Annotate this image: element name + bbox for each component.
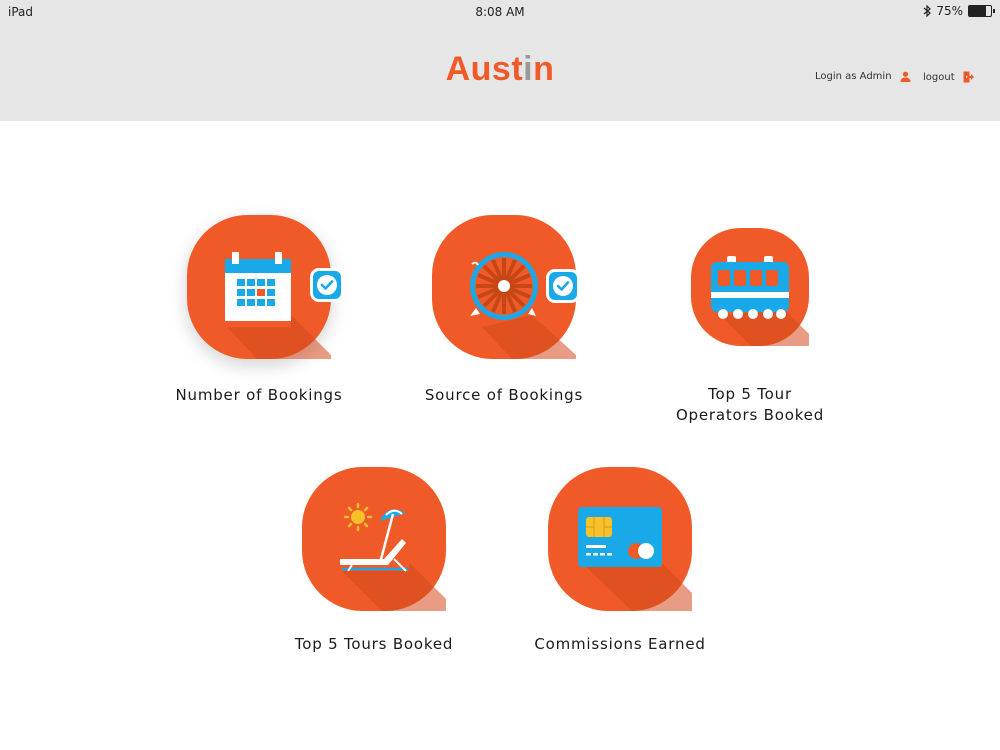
tile-number-of-bookings[interactable]: Number of Bookings [176,215,344,415]
tile-label: Top 5 Tour Operators Booked [675,385,825,424]
login-admin-link[interactable]: Login as Admin [815,71,911,82]
top-5-tour-operators-icon-box[interactable] [691,228,809,346]
bus-icon [711,256,809,346]
source-of-bookings-icon-box[interactable] [432,215,580,359]
credit-card-icon [578,507,692,611]
logout-icon [963,71,974,83]
bluetooth-icon [923,5,932,17]
tile-source-of-bookings[interactable]: Source of Bookings [425,215,582,415]
number-of-bookings-icon-box[interactable] [187,215,344,359]
tile-top-5-tours[interactable]: Top 5 Tours Booked [295,467,452,667]
app-logo[interactable]: Austin [0,50,1000,89]
logout-label: logout [923,71,955,83]
tile-label: Commissions Earned [534,635,706,653]
tile-label: Number of Bookings [175,386,343,404]
check-icon [553,276,573,296]
user-icon [900,71,911,82]
login-label: Login as Admin [815,71,892,82]
tile-top-5-tour-operators[interactable]: Top 5 Tour Operators Booked [676,228,823,428]
status-right: 75% [923,4,995,18]
app-header: Austin Login as Admin logout [0,24,1000,121]
check-icon [317,275,337,295]
tile-label: Source of Bookings [424,386,584,404]
battery-level [969,6,986,16]
logo-text-prefix: Aust [445,50,524,88]
tile-commissions-earned[interactable]: Commissions Earned [534,467,705,667]
selected-check-badge[interactable] [310,268,344,302]
logo-text-suffix: n [533,50,555,88]
status-time: 8:08 AM [475,5,525,19]
logout-link[interactable]: logout [923,71,974,83]
commissions-earned-icon-box[interactable] [548,467,692,611]
tile-label: Top 5 Tours Booked [294,635,454,653]
beach-chair-icon [340,502,446,611]
top-5-tours-icon-box[interactable] [302,467,446,611]
status-bar: iPad 8:08 AM 75% [0,0,1000,24]
battery-percent: 75% [936,4,963,18]
selected-check-badge[interactable] [546,269,580,303]
logo-text-accent: i [523,50,534,88]
battery-icon [968,5,995,17]
